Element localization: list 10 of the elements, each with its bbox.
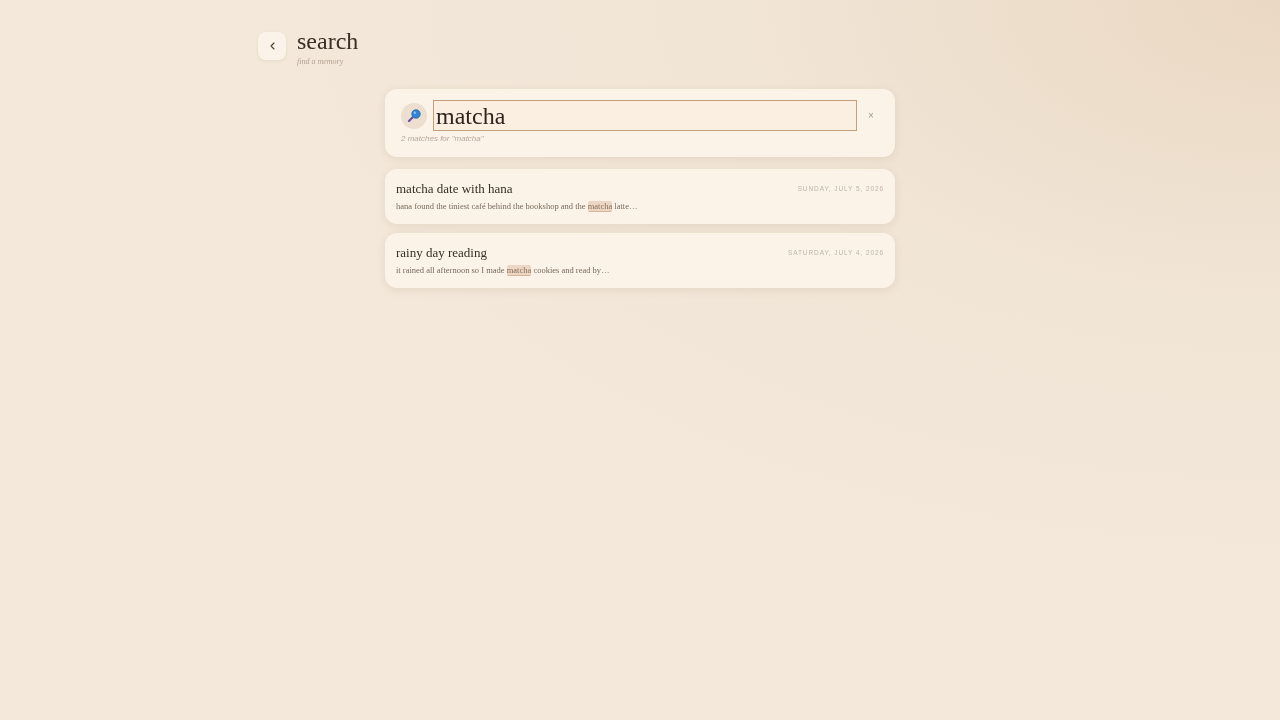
entry-title: rainy day reading [396, 244, 487, 262]
entry-title: matcha date with hana [396, 180, 513, 198]
chevron-left-icon [269, 42, 275, 50]
search-icon [401, 102, 427, 129]
page-title: search [297, 27, 359, 55]
search-field[interactable]: matcha [433, 100, 857, 131]
entry-snippet: it rained all afternoon so I made matcha cookies and read by… [396, 264, 611, 276]
back-button[interactable] [258, 32, 286, 60]
match-count-text: 2 matches for "matcha" [401, 134, 485, 144]
entry-snippet: hana found the tiniest café behind the bookshop and the matcha latte… [396, 200, 639, 212]
